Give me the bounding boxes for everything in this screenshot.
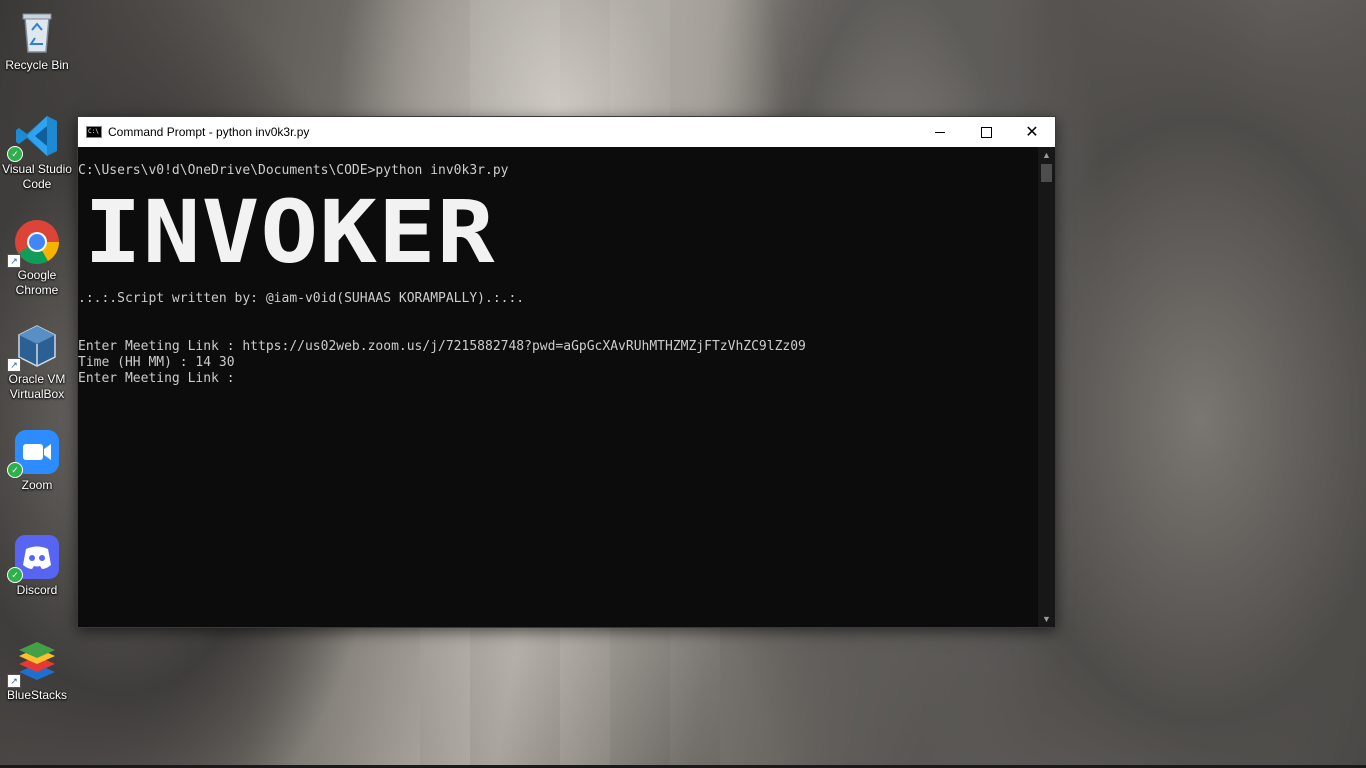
minimize-icon — [935, 131, 945, 133]
desktop-icon-label: Visual Studio — [2, 162, 72, 176]
desktop-icon-label: Chrome — [15, 283, 59, 297]
scroll-up-icon[interactable]: ▲ — [1038, 147, 1055, 163]
desktop-icon-vscode[interactable]: ✓ Visual Studio Code — [2, 112, 72, 192]
window-title: Command Prompt - python inv0k3r.py — [108, 125, 310, 139]
desktop-icon-label: BlueStacks — [6, 688, 68, 702]
ascii-banner: INVOKER — [84, 181, 496, 283]
cmd-app-icon: C:\ — [86, 126, 102, 138]
chrome-icon: ↗ — [7, 218, 61, 268]
vscode-icon: ✓ — [7, 112, 61, 162]
close-icon: ✕ — [1025, 122, 1039, 141]
sync-check-icon: ✓ — [7, 146, 23, 162]
desktop-icon-label: Oracle VM — [8, 372, 66, 386]
scroll-down-icon[interactable]: ▼ — [1038, 611, 1055, 627]
bluestacks-icon: ↗ — [7, 638, 61, 688]
credit-line: .:.:.Script written by: @iam-v0id(SUHAAS… — [78, 291, 525, 306]
discord-icon: ✓ — [7, 533, 61, 583]
command-prompt-window[interactable]: C:\ Command Prompt - python inv0k3r.py ✕… — [77, 116, 1056, 628]
time-line: Time (HH MM) : 14 30 — [78, 355, 235, 370]
sync-check-icon: ✓ — [7, 462, 23, 478]
virtualbox-icon: ↗ — [7, 322, 61, 372]
console-output[interactable]: C:\Users\v0!d\OneDrive\Documents\CODE>py… — [78, 147, 1038, 627]
window-titlebar[interactable]: C:\ Command Prompt - python inv0k3r.py ✕ — [78, 117, 1055, 147]
scroll-thumb[interactable] — [1041, 164, 1052, 182]
shortcut-arrow-icon: ↗ — [7, 674, 21, 688]
shortcut-arrow-icon: ↗ — [7, 358, 21, 372]
prompt-line: C:\Users\v0!d\OneDrive\Documents\CODE>py… — [78, 163, 509, 178]
maximize-button[interactable] — [963, 117, 1009, 147]
desktop-icon-zoom[interactable]: ✓ Zoom — [2, 428, 72, 493]
close-button[interactable]: ✕ — [1009, 117, 1055, 147]
desktop-icon-bluestacks[interactable]: ↗ BlueStacks — [2, 638, 72, 703]
desktop-icon-label: Code — [22, 177, 52, 191]
desktop-icon-label: Discord — [16, 583, 58, 597]
shortcut-arrow-icon: ↗ — [7, 254, 21, 268]
minimize-button[interactable] — [917, 117, 963, 147]
zoom-icon: ✓ — [7, 428, 61, 478]
sync-check-icon: ✓ — [7, 567, 23, 583]
desktop-icon-label: Zoom — [21, 478, 53, 492]
desktop-icon-label: Recycle Bin — [5, 58, 69, 72]
recycle-bin-icon — [13, 8, 61, 56]
meeting-link-prompt[interactable]: Enter Meeting Link : — [78, 371, 235, 387]
maximize-icon — [980, 126, 992, 138]
desktop-icon-label: VirtualBox — [9, 387, 65, 401]
meeting-link-line: Enter Meeting Link : https://us02web.zoo… — [78, 339, 806, 354]
desktop-icon-label: Google — [17, 268, 57, 282]
vertical-scrollbar[interactable]: ▲ ▼ — [1038, 147, 1055, 627]
desktop-icon-virtualbox[interactable]: ↗ Oracle VM VirtualBox — [2, 322, 72, 402]
desktop-icon-discord[interactable]: ✓ Discord — [2, 533, 72, 598]
wallpaper-streak — [420, 620, 720, 768]
desktop-icon-recycle-bin[interactable]: Recycle Bin — [2, 8, 72, 73]
desktop-icon-chrome[interactable]: ↗ Google Chrome — [2, 218, 72, 298]
